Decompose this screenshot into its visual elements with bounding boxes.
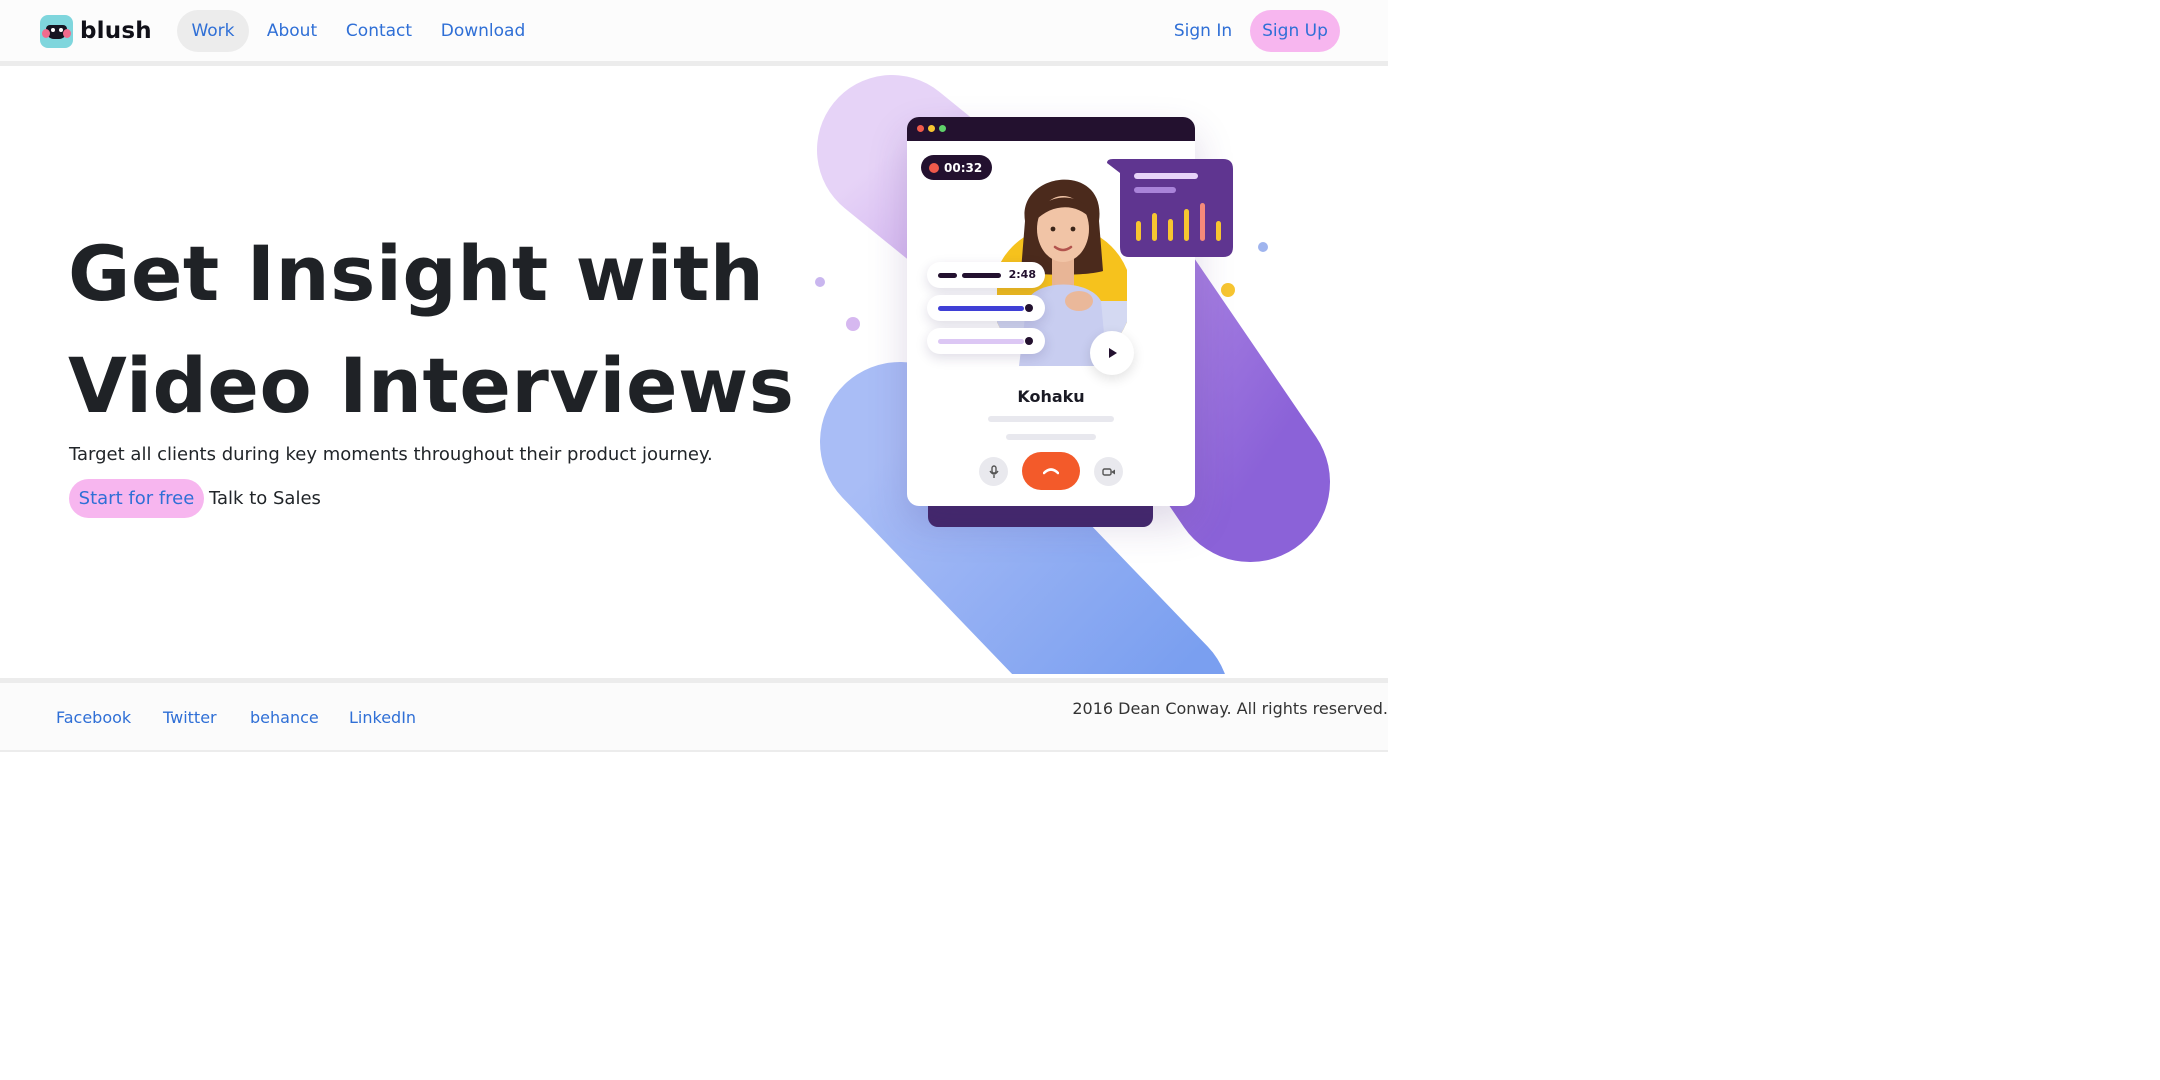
hero-illustration: 00:32 Kohaku 2:48 (800, 62, 1360, 674)
footer: Facebook Twitter behance LinkedIn 2016 D… (0, 678, 1388, 752)
recording-timer: 00:32 (921, 155, 993, 180)
footer-link-facebook[interactable]: Facebook (56, 708, 131, 727)
bar-chart-icon (1107, 159, 1233, 257)
sign-up-button[interactable]: Sign Up (1250, 10, 1340, 52)
blush-logo-icon (40, 14, 73, 48)
placeholder-line (1006, 434, 1096, 440)
participant-name: Kohaku (1017, 387, 1085, 406)
footer-link-twitter[interactable]: Twitter (163, 708, 217, 727)
placeholder-line (988, 416, 1114, 422)
brand-name: blush (80, 18, 152, 44)
top-navbar: blush Work About Contact Download Sign I… (0, 0, 1388, 66)
camera-icon (1101, 467, 1115, 476)
progress-chip (927, 295, 1045, 321)
progress-chip (927, 328, 1045, 354)
hero-subtitle: Target all clients during key moments th… (69, 444, 713, 465)
microphone-button[interactable] (979, 457, 1008, 486)
clip-chip: 2:48 (927, 262, 1045, 288)
end-call-button[interactable] (1022, 452, 1080, 490)
clip-time: 2:48 (1008, 268, 1036, 281)
nav-link-contact[interactable]: Contact (340, 10, 418, 52)
window-titlebar (907, 117, 1195, 141)
footer-link-linkedin[interactable]: LinkedIn (349, 708, 416, 727)
copyright-text: 2016 Dean Conway. All rights reserved. (1072, 699, 1388, 718)
end-call-icon (1043, 468, 1059, 475)
talk-to-sales-link[interactable]: Talk to Sales (209, 488, 321, 509)
play-button[interactable] (1090, 331, 1134, 375)
hero-title: Get Insight with Video Interviews (68, 218, 828, 442)
nav-link-work[interactable]: Work (177, 10, 249, 52)
nav-link-about[interactable]: About (259, 10, 325, 52)
record-icon (929, 162, 939, 173)
sign-in-link[interactable]: Sign In (1168, 10, 1238, 52)
nav-link-download[interactable]: Download (433, 10, 533, 52)
brand-logo-link[interactable]: blush (40, 14, 152, 48)
hero-title-line-1: Get Insight with (68, 229, 765, 318)
start-for-free-button[interactable]: Start for free (69, 479, 204, 518)
camera-button[interactable] (1094, 457, 1123, 486)
hero-title-line-2: Video Interviews (68, 341, 795, 430)
microphone-icon (988, 464, 999, 478)
play-icon (1109, 348, 1117, 358)
footer-link-behance[interactable]: behance (250, 708, 319, 727)
recording-time: 00:32 (944, 160, 983, 175)
